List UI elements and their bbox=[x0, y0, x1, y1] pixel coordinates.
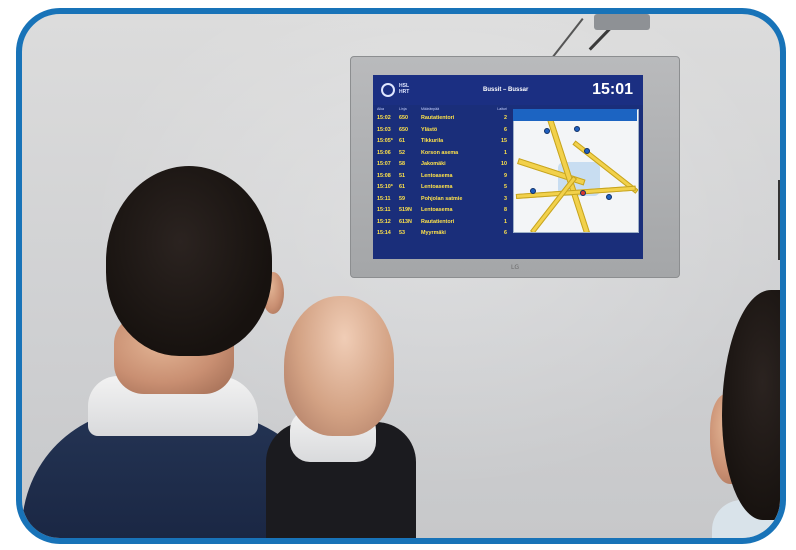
stop-name: Bussit – Bussar bbox=[483, 87, 529, 93]
departure-line: 61 bbox=[399, 184, 405, 190]
departure-platform: 5 bbox=[504, 184, 507, 190]
departure-table: Aika Linja Määränpää Laituri 15:02 650 Rau… bbox=[377, 105, 509, 255]
departure-time: 15:14 bbox=[377, 230, 391, 236]
departure-time: 15:05* bbox=[377, 138, 393, 144]
departure-row: 15:12 613N Rautatientori 1 bbox=[377, 219, 509, 229]
col-line: Linja bbox=[399, 107, 407, 111]
departure-destination: Pohjolan satmie bbox=[421, 195, 463, 202]
departure-time: 15:11 bbox=[377, 207, 391, 213]
departure-line: 51 bbox=[399, 172, 405, 179]
departure-time: 15:08 bbox=[377, 172, 391, 179]
departure-platform: 6 bbox=[504, 126, 507, 133]
departure-row: 15:07 58 Jakomäki 10 bbox=[377, 161, 509, 171]
departure-destination: Tikkurila bbox=[421, 138, 444, 144]
departure-row: 15:11 59 Pohjolan satmie 3 bbox=[377, 196, 509, 206]
person-middle-head bbox=[284, 296, 394, 436]
brand-text: HSL HRT bbox=[399, 83, 409, 95]
departure-destination: Jakomäki bbox=[421, 161, 446, 167]
departure-destination: Myyrmäki bbox=[421, 230, 446, 236]
departure-platform: 6 bbox=[504, 230, 507, 236]
departure-row: 15:05* 61 Tikkurila 15 bbox=[377, 138, 509, 148]
stop-marker bbox=[530, 188, 536, 194]
col-plat: Laituri bbox=[497, 107, 507, 111]
stop-marker bbox=[574, 126, 580, 132]
table-header: Aika Linja Määränpää Laituri bbox=[377, 107, 509, 115]
departure-time: 15:06 bbox=[377, 149, 391, 156]
hsl-logo-icon bbox=[381, 83, 395, 97]
departure-platform: 1 bbox=[504, 149, 507, 156]
departure-line: 59 bbox=[399, 195, 405, 202]
departure-row: 15:08 51 Lentoasema 9 bbox=[377, 173, 509, 183]
departure-platform: 8 bbox=[504, 207, 507, 213]
photo-frame: HSL HRT Bussit – Bussar 15:01 Aika Linja… bbox=[16, 8, 786, 544]
tv-brand: LG bbox=[511, 264, 519, 271]
col-time: Aika bbox=[377, 107, 384, 111]
departure-line: 519N bbox=[399, 207, 412, 213]
departure-line: 52 bbox=[399, 149, 405, 156]
col-dest: Määränpää bbox=[421, 107, 440, 111]
wall-notice bbox=[778, 180, 780, 260]
departure-line: 61 bbox=[399, 138, 405, 144]
wall-notice-2 bbox=[780, 256, 786, 306]
person-left-head bbox=[106, 166, 272, 356]
departure-time: 15:10* bbox=[377, 184, 393, 190]
departure-platform: 1 bbox=[504, 218, 507, 225]
clock: 15:01 bbox=[592, 81, 633, 98]
departure-line: 650 bbox=[399, 115, 408, 121]
stop-marker bbox=[584, 148, 590, 154]
info-display: HSL HRT Bussit – Bussar 15:01 Aika Linja… bbox=[350, 56, 680, 278]
departure-destination: Ylästö bbox=[421, 126, 438, 133]
brand-line2: HRT bbox=[399, 89, 410, 95]
stop-marker bbox=[606, 194, 612, 200]
stop-marker bbox=[580, 190, 586, 196]
departure-destination: Korson asema bbox=[421, 149, 459, 156]
departure-platform: 2 bbox=[504, 115, 507, 121]
departure-time: 15:11 bbox=[377, 195, 391, 202]
map-road bbox=[530, 175, 578, 232]
ceiling-bracket bbox=[594, 14, 650, 30]
departure-row: 15:03 650 Ylästö 6 bbox=[377, 127, 509, 137]
departure-row: 15:14 53 Myyrmäki 6 bbox=[377, 230, 509, 240]
departure-destination: Lentoasema bbox=[421, 172, 453, 179]
departure-destination: Rautatientori bbox=[421, 218, 455, 225]
departure-destination: Lentoasema bbox=[421, 184, 453, 190]
screen-header: HSL HRT Bussit – Bussar 15:01 bbox=[373, 75, 643, 105]
departure-time: 15:07 bbox=[377, 161, 391, 167]
departure-platform: 10 bbox=[501, 161, 507, 167]
departure-line: 650 bbox=[399, 126, 408, 133]
departure-row: 15:11 519N Lentoasema 8 bbox=[377, 207, 509, 217]
departure-line: 53 bbox=[399, 230, 405, 236]
departure-row: 15:06 52 Korson asema 1 bbox=[377, 150, 509, 160]
departure-time: 15:12 bbox=[377, 218, 391, 225]
map-header bbox=[513, 109, 637, 121]
departure-time: 15:02 bbox=[377, 115, 391, 121]
route-map bbox=[513, 109, 639, 233]
stop-marker bbox=[544, 128, 550, 134]
departure-platform: 3 bbox=[504, 195, 507, 202]
departure-row: 15:10* 61 Lentoasema 5 bbox=[377, 184, 509, 194]
departure-screen: HSL HRT Bussit – Bussar 15:01 Aika Linja… bbox=[373, 75, 643, 259]
departure-line: 58 bbox=[399, 161, 405, 167]
departure-platform: 15 bbox=[501, 138, 507, 144]
departure-destination: Lentoasema bbox=[421, 207, 453, 213]
departure-destination: Rautatientori bbox=[421, 115, 455, 121]
departure-platform: 9 bbox=[504, 172, 507, 179]
departure-line: 613N bbox=[399, 218, 412, 225]
departure-time: 15:03 bbox=[377, 126, 391, 133]
departure-row: 15:02 650 Rautatientori 2 bbox=[377, 115, 509, 125]
